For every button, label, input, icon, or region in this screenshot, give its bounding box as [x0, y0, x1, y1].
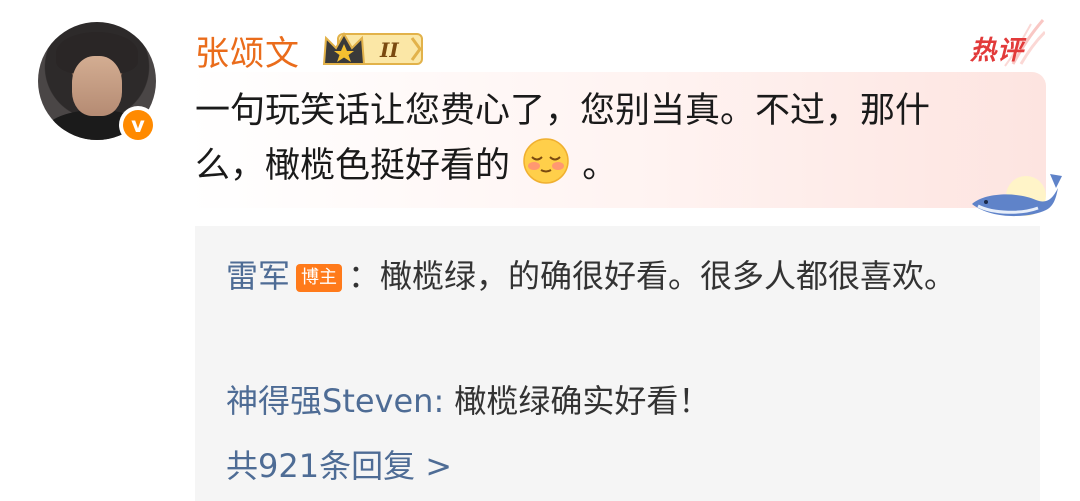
reply-separator: :: [433, 382, 455, 420]
reply-separator: ：: [348, 257, 381, 295]
replies-panel: 雷军 博主 ：橄榄绿，的确很好看。很多人都很喜欢。 神得强Steven: 橄榄绿确实…: [195, 226, 1040, 501]
comment-text: 一句玩笑话让您费心了，您别当真。不过，那什么，橄榄色挺好看的 。: [195, 86, 985, 191]
level-numeral: II: [379, 38, 399, 62]
hot-comment-label: 热评: [970, 36, 1025, 66]
author-name[interactable]: 张颂文: [195, 26, 300, 75]
shy-smile-emoji-icon: [523, 138, 569, 184]
reply-item: 神得强Steven: 橄榄绿确实好看！: [226, 375, 1006, 427]
hot-comment-tag: 热评: [965, 16, 1045, 68]
reply-text: 橄榄绿，的确很好看。很多人都很喜欢。: [380, 257, 957, 295]
reply-user-name[interactable]: 雷军: [226, 257, 290, 295]
whale-decoration: [972, 174, 1062, 217]
crown-level-icon[interactable]: II: [320, 30, 428, 68]
more-replies-link[interactable]: 共921条回复 >: [226, 440, 452, 492]
avatar-face: [72, 56, 122, 116]
host-badge: 博主: [296, 264, 343, 292]
reply-user-name[interactable]: 神得强Steven: [226, 382, 433, 420]
reply-text: 橄榄绿确实好看！: [454, 382, 711, 420]
comment-text-end: 。: [582, 146, 618, 186]
reply-item: 雷军 博主 ：橄榄绿，的确很好看。很多人都很喜欢。: [226, 250, 1006, 302]
verified-v-icon: v: [119, 106, 157, 144]
verified-v-glyph: v: [123, 110, 153, 140]
